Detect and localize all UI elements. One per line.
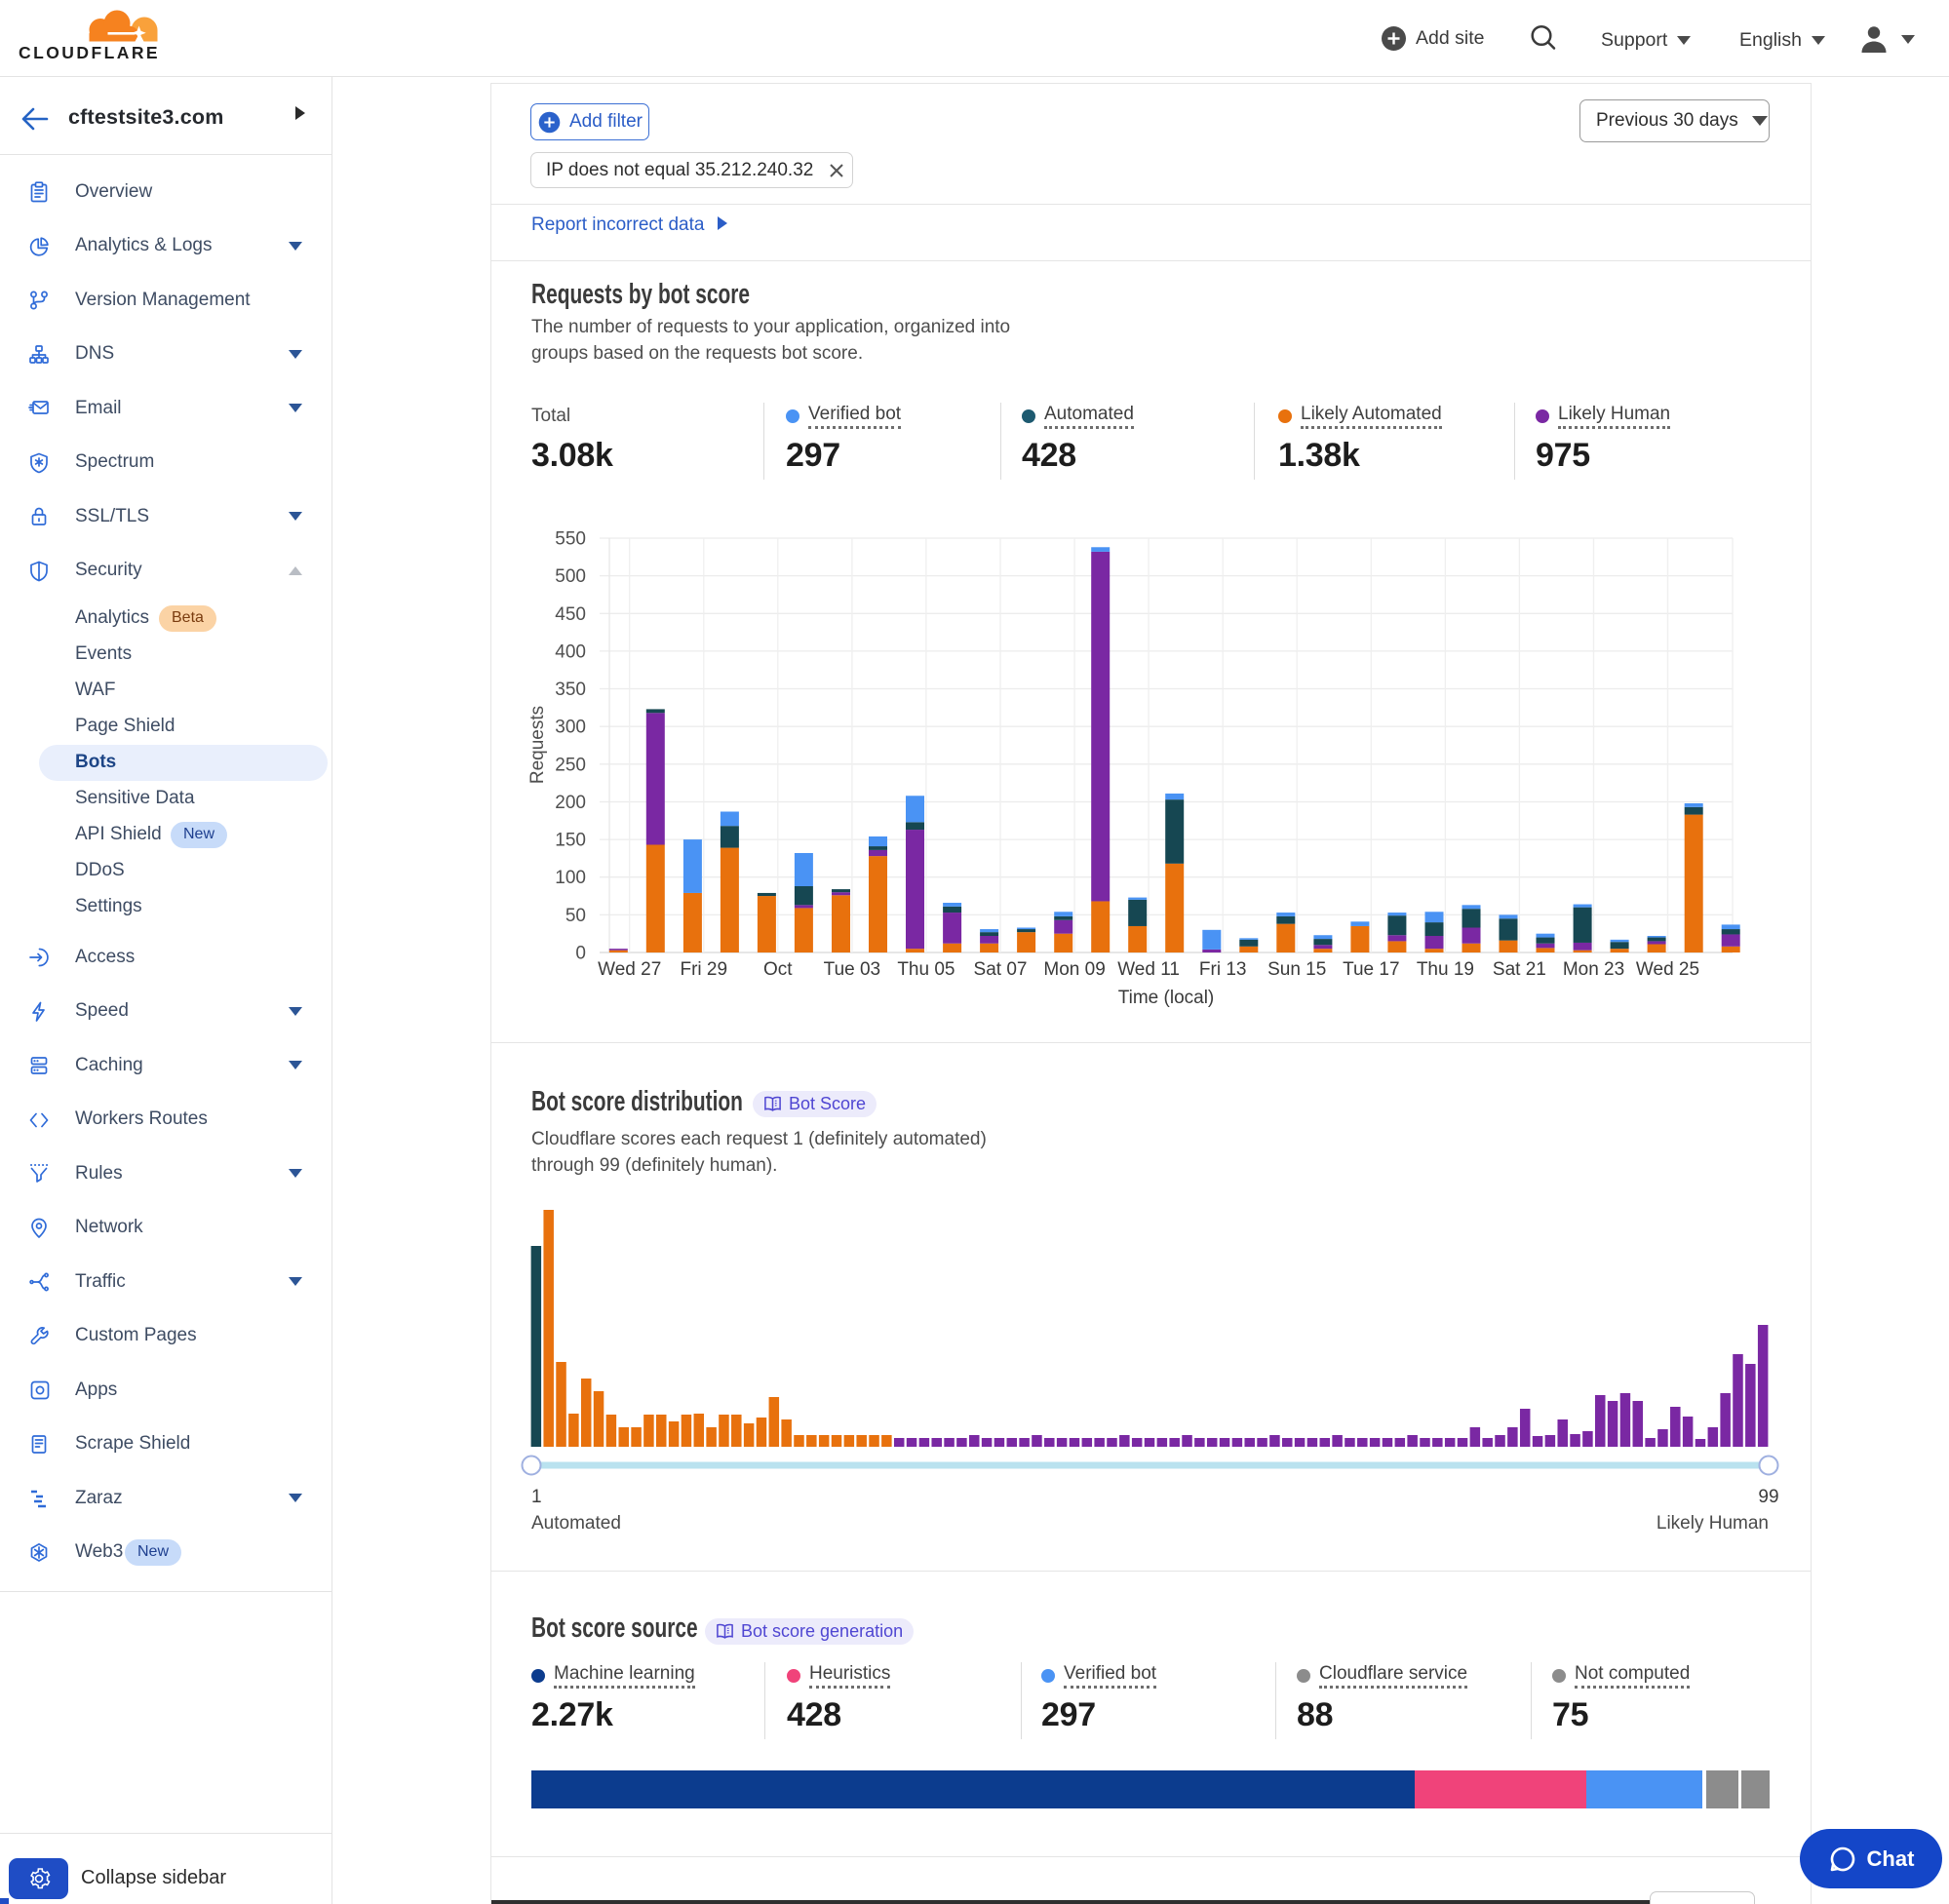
svg-text:Tue 17: Tue 17 [1343, 959, 1399, 980]
svg-text:Mon 09: Mon 09 [1043, 959, 1105, 980]
svg-text:200: 200 [555, 793, 586, 813]
svg-text:300: 300 [555, 718, 586, 738]
svg-text:400: 400 [555, 641, 586, 662]
svg-text:Thu 19: Thu 19 [1417, 959, 1474, 980]
svg-text:Sat 07: Sat 07 [974, 959, 1028, 980]
svg-text:Sun 15: Sun 15 [1267, 959, 1326, 980]
svg-text:Requests: Requests [527, 706, 548, 784]
svg-text:150: 150 [555, 831, 586, 851]
svg-text:Fri 29: Fri 29 [681, 959, 728, 980]
svg-text:Oct: Oct [763, 959, 793, 980]
svg-text:99: 99 [1758, 1487, 1778, 1507]
svg-text:Sat 21: Sat 21 [1493, 959, 1546, 980]
svg-text:Wed 27: Wed 27 [598, 959, 661, 980]
svg-text:100: 100 [555, 868, 586, 888]
svg-text:450: 450 [555, 604, 586, 625]
svg-text:500: 500 [555, 566, 586, 587]
svg-text:550: 550 [555, 529, 586, 550]
svg-text:350: 350 [555, 680, 586, 700]
svg-text:250: 250 [555, 755, 586, 775]
svg-text:Wed 11: Wed 11 [1117, 959, 1180, 980]
svg-text:Mon 23: Mon 23 [1563, 959, 1624, 980]
svg-text:Automated: Automated [531, 1513, 621, 1534]
svg-text:Tue 03: Tue 03 [824, 959, 880, 980]
svg-text:1: 1 [531, 1487, 542, 1507]
svg-text:Likely Human: Likely Human [1657, 1513, 1769, 1534]
svg-text:Thu 05: Thu 05 [897, 959, 955, 980]
svg-text:50: 50 [565, 906, 586, 926]
svg-text:0: 0 [575, 944, 586, 964]
svg-text:Wed 25: Wed 25 [1636, 959, 1699, 980]
svg-text:Fri 13: Fri 13 [1199, 959, 1247, 980]
svg-text:Time (local): Time (local) [1118, 988, 1215, 1008]
